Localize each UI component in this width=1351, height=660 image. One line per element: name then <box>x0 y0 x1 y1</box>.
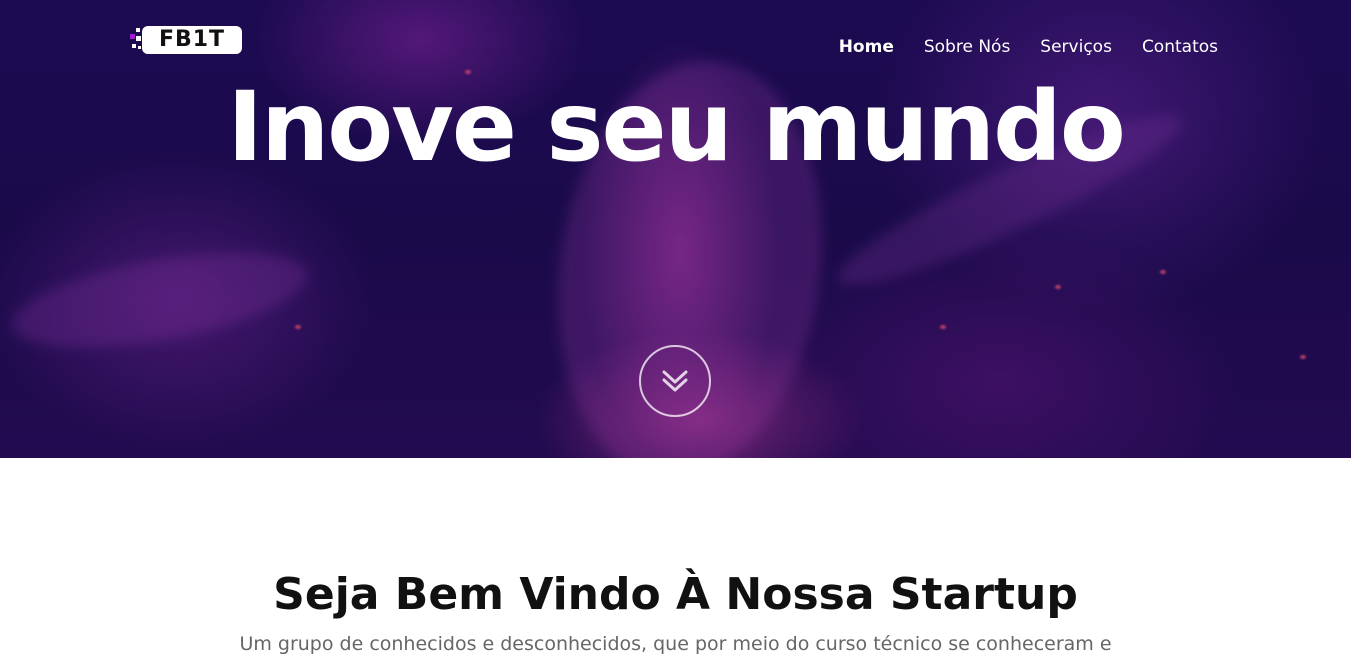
hero-background-spark <box>940 325 946 329</box>
nav-item-home[interactable]: Home <box>839 35 894 59</box>
logo-text: FB1T <box>158 27 226 52</box>
hero-background-spark <box>1160 270 1166 274</box>
welcome-title: Seja Bem Vindo À Nossa Startup <box>273 569 1078 620</box>
nav-item-servicos[interactable]: Serviços <box>1040 35 1112 59</box>
hero-title: Inove seu mundo <box>227 71 1126 183</box>
hero-section: FB1T Home Sobre Nós Serviços Contatos In… <box>0 0 1351 458</box>
hero-background-spark <box>1300 355 1306 359</box>
logo-badge: FB1T <box>142 26 242 54</box>
nav-item-sobre-nos[interactable]: Sobre Nós <box>924 35 1010 59</box>
scroll-down-button[interactable] <box>639 345 711 417</box>
brand-logo[interactable]: FB1T <box>130 24 244 56</box>
hero-background-spark <box>295 325 301 329</box>
main-nav: Home Sobre Nós Serviços Contatos <box>839 35 1218 59</box>
hero-background-streak <box>5 234 315 366</box>
welcome-text: Um grupo de conhecidos e desconhecidos, … <box>239 633 1112 655</box>
nav-item-contatos[interactable]: Contatos <box>1142 35 1218 59</box>
hero-background-spark <box>1055 285 1061 289</box>
double-chevron-down-icon <box>662 370 688 392</box>
